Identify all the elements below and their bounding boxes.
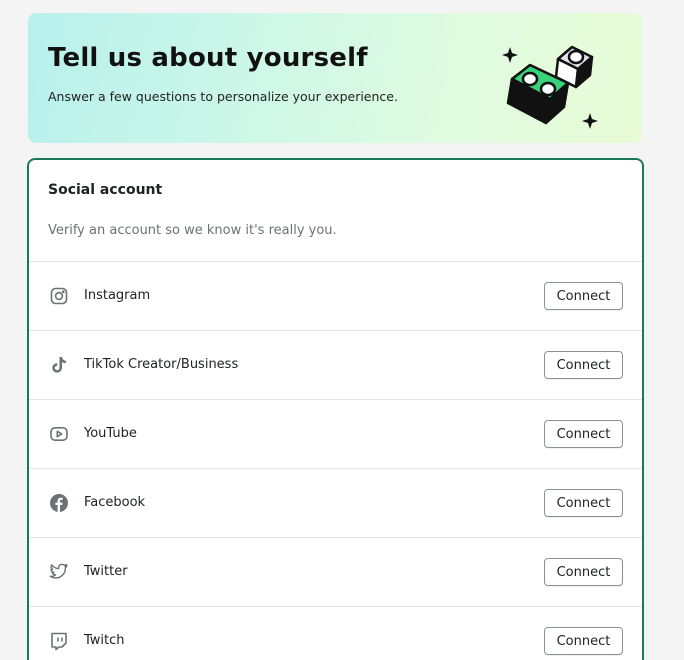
connect-twitter-button[interactable]: Connect <box>544 558 623 586</box>
account-label-tiktok: TikTok Creator/Business <box>84 357 239 372</box>
account-row-tiktok: TikTok Creator/Business Connect <box>29 331 642 400</box>
account-label-facebook: Facebook <box>84 495 146 510</box>
twitch-icon <box>49 631 69 651</box>
page-subtitle: Answer a few questions to personalize yo… <box>48 89 398 104</box>
blocks-illustration <box>502 45 598 129</box>
connect-instagram-button[interactable]: Connect <box>544 282 623 310</box>
twitter-icon <box>49 562 69 582</box>
account-label-twitch: Twitch <box>84 633 125 648</box>
account-label-twitter: Twitter <box>84 564 128 579</box>
connect-facebook-button[interactable]: Connect <box>544 489 623 517</box>
facebook-icon <box>49 493 69 513</box>
account-row-instagram: Instagram Connect <box>29 262 642 331</box>
account-label-instagram: Instagram <box>84 288 151 303</box>
connect-twitch-button[interactable]: Connect <box>544 627 623 655</box>
card-header: Social account Verify an account so we k… <box>29 160 642 262</box>
account-row-facebook: Facebook Connect <box>29 469 642 538</box>
account-label-youtube: YouTube <box>84 426 137 441</box>
page-title: Tell us about yourself <box>48 43 368 73</box>
account-row-twitter: Twitter Connect <box>29 538 642 607</box>
connect-tiktok-button[interactable]: Connect <box>544 351 623 379</box>
card-title: Social account <box>48 182 163 198</box>
page: Tell us about yourself Answer a few ques… <box>0 0 684 660</box>
tiktok-icon <box>49 355 69 375</box>
youtube-icon <box>49 424 69 444</box>
card-description: Verify an account so we know it's really… <box>48 223 337 238</box>
connect-youtube-button[interactable]: Connect <box>544 420 623 448</box>
account-row-youtube: YouTube Connect <box>29 400 642 469</box>
instagram-icon <box>49 286 69 306</box>
hero-banner: Tell us about yourself Answer a few ques… <box>28 13 642 143</box>
social-account-card: Social account Verify an account so we k… <box>27 158 644 660</box>
account-row-twitch: Twitch Connect <box>29 607 642 660</box>
